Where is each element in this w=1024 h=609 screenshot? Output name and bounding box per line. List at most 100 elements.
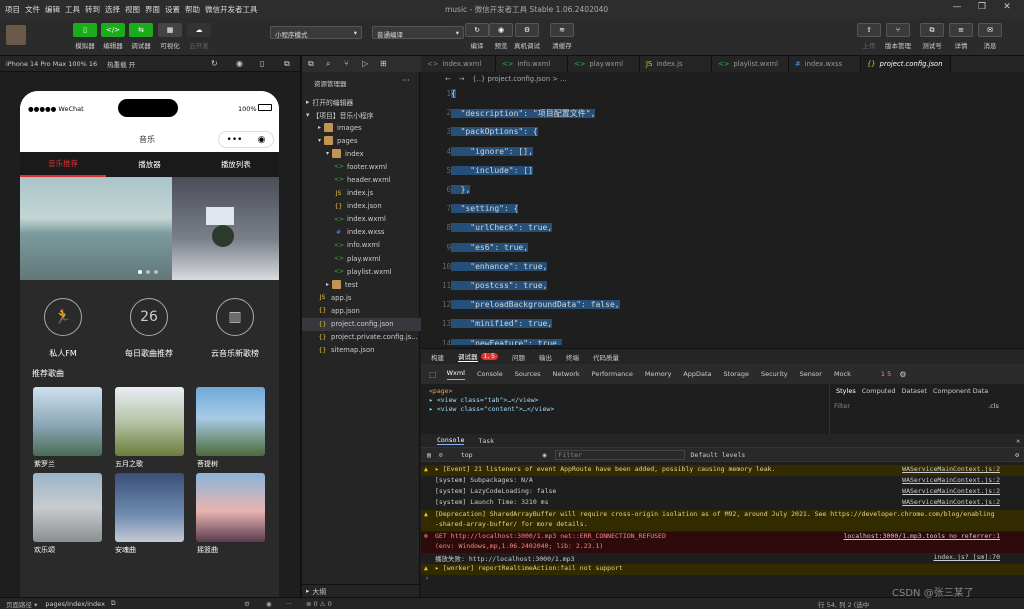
copy-icon[interactable]: ⧉ (111, 599, 116, 608)
file-tree-item[interactable]: <> info.wxml (302, 239, 421, 252)
menu-item[interactable]: 帮助 (185, 4, 200, 15)
sidebar-toggle-icon[interactable]: ▤ (427, 451, 431, 459)
git-icon[interactable]: ⑂ (344, 59, 349, 68)
toolbar-button[interactable]: ✉ 消息 (976, 23, 1004, 50)
editor-tab[interactable]: {} project.config.json (861, 56, 951, 72)
popout-icon[interactable]: ⧉ (284, 59, 290, 69)
code-line[interactable]: "setting": { (451, 204, 519, 214)
devtools-tab[interactable]: Security (761, 370, 788, 378)
page-path-label[interactable]: 页面路径 ▾ (6, 599, 37, 609)
record-icon[interactable]: ◉ (236, 59, 243, 68)
song-cover[interactable] (115, 387, 184, 456)
cls-toggle[interactable]: .cls (988, 402, 999, 410)
eye-icon[interactable]: ◉ (266, 600, 272, 608)
more-icon[interactable]: ••• (227, 135, 243, 145)
visual-button[interactable]: ▦ 可视化 (157, 23, 183, 50)
toolbar-button[interactable]: ⇪ 上传 (855, 23, 883, 50)
code-line[interactable]: "packOptions": { (451, 127, 538, 137)
panel-tab[interactable]: 终端 (566, 352, 579, 362)
phone-icon[interactable]: ▯ (260, 59, 264, 68)
toolbar-button[interactable]: ≋ 清缓存 (547, 23, 577, 50)
debug-icon[interactable]: ▷ (362, 59, 368, 68)
console-filter-input[interactable]: Filter (554, 449, 685, 460)
problems-count[interactable]: ⊗ 0 ⚠ 0 (306, 600, 332, 608)
file-tree-item[interactable]: JS app.js (302, 291, 421, 304)
file-tree-item[interactable]: ▾ pages (302, 134, 421, 147)
code-line[interactable]: "enhance": true, (451, 261, 548, 271)
song-cover[interactable] (196, 473, 265, 542)
devtools-tab[interactable]: Sources (515, 370, 541, 378)
editor-tab[interactable]: <> play.wxml (568, 56, 640, 72)
song-cover[interactable] (196, 387, 265, 456)
code-line[interactable]: "minified": true, (451, 319, 553, 329)
wxml-node[interactable]: <page> (429, 387, 452, 395)
file-tree-item[interactable]: {} project.config.json (302, 317, 421, 331)
extensions-icon[interactable]: ⊞ (380, 59, 387, 68)
toolbar-button[interactable]: ⑂ 版本管理 (884, 23, 912, 50)
code-line[interactable]: "newFeature": true, (451, 338, 562, 345)
private-fm-button[interactable]: 🏃 (44, 298, 82, 336)
file-tree-item[interactable]: <> header.wxml (302, 173, 421, 186)
tab-recommend[interactable]: 音乐推荐 (20, 152, 107, 177)
hotreload-toggle[interactable]: 热重载 开 (107, 59, 135, 69)
panel-tab[interactable]: 构建 (431, 352, 444, 362)
clear-icon[interactable]: ⊘ (439, 451, 443, 459)
song-cover[interactable] (115, 473, 184, 542)
file-tree-item[interactable]: ▾ index (302, 147, 421, 160)
style-tab[interactable]: Dataset (902, 387, 927, 395)
open-editors-section[interactable]: ▸ 打开的编辑器 (302, 95, 421, 108)
tab-player[interactable]: 播放器 (106, 159, 192, 170)
panel-tab[interactable]: 调试器 (458, 351, 478, 362)
source-link[interactable]: localhost:3000/1.mp3.tools_no_referrer:1 (843, 532, 1000, 540)
styles-filter[interactable]: Filter (834, 402, 850, 410)
breadcrumb-path[interactable]: {..} project.config.json > ... (472, 75, 566, 83)
editor-tab[interactable]: <> index.wxml (421, 56, 496, 72)
code-line[interactable]: "include": [] (451, 165, 533, 175)
device-select[interactable]: iPhone 14 Pro Max 100% 16 (6, 60, 97, 68)
context-select[interactable]: top (461, 451, 473, 459)
file-tree-item[interactable]: <> playlist.wxml (302, 265, 421, 278)
devtools-tab[interactable]: Memory (645, 370, 671, 378)
exit-icon[interactable]: ◉ (258, 135, 266, 145)
file-tree-item[interactable]: {} app.json (302, 304, 421, 317)
source-link[interactable]: WAServiceMainContext.js:2 (902, 476, 1000, 484)
devtools-tab[interactable]: Sensor (800, 370, 822, 378)
panel-tab[interactable]: 代码质量 (593, 352, 619, 362)
back-icon[interactable]: ← (445, 75, 451, 83)
file-tree-item[interactable]: <> play.wxml (302, 252, 421, 265)
devtools-tab[interactable]: Console (477, 370, 503, 378)
settings-icon[interactable]: ⚙ (899, 370, 906, 379)
editor-tab[interactable]: # index.wxss (789, 56, 861, 72)
menu-item[interactable]: 设置 (165, 4, 180, 15)
devtools-tab[interactable]: Performance (592, 370, 633, 378)
song-cover[interactable] (33, 387, 102, 456)
panel-tab[interactable]: 问题 (512, 352, 525, 362)
code-line[interactable]: "urlCheck": true, (451, 223, 553, 233)
menu-item[interactable]: 编辑 (45, 4, 60, 15)
search-icon[interactable]: ⌕ (326, 59, 330, 69)
task-tab[interactable]: Task (478, 437, 494, 445)
file-tree-item[interactable]: {} sitemap.json (302, 344, 421, 357)
menu-item[interactable]: 文件 (25, 4, 40, 15)
avatar[interactable] (6, 25, 26, 45)
wxml-node[interactable]: ▸ <view class="tab">…</view> (429, 396, 539, 404)
page-path[interactable]: pages/index/index (45, 600, 105, 608)
source-link[interactable]: index.js? [sm]:70 (933, 553, 1000, 561)
more-icon[interactable]: ··· (286, 600, 292, 608)
code-line[interactable]: "postcss": true, (451, 281, 548, 290)
editor-tab[interactable]: <> playlist.wxml (712, 56, 789, 72)
file-tree-item[interactable]: JS index.js (302, 187, 421, 200)
console-prompt[interactable]: › (425, 574, 429, 582)
file-tree-item[interactable]: <> index.wxml (302, 213, 421, 226)
code-line[interactable]: { (451, 89, 456, 98)
log-levels-select[interactable]: Default levels (691, 451, 746, 459)
menu-item[interactable]: 视图 (125, 4, 140, 15)
code-button[interactable]: </> 编辑器 (100, 23, 126, 50)
toolbar-button[interactable]: ≡ 详情 (947, 23, 975, 50)
wxml-node[interactable]: ▸ <view class="content">…</view> (429, 405, 554, 413)
file-tree-item[interactable]: {} project.private.config.js... (302, 331, 421, 344)
close-button[interactable]: ✕ (1000, 2, 1014, 15)
toolbar-button[interactable]: ⧉ 测试号 (918, 23, 946, 50)
phone-button[interactable]: ▯ 模拟器 (72, 23, 98, 50)
compile-select[interactable]: 普通编译 ▾ (372, 26, 464, 39)
